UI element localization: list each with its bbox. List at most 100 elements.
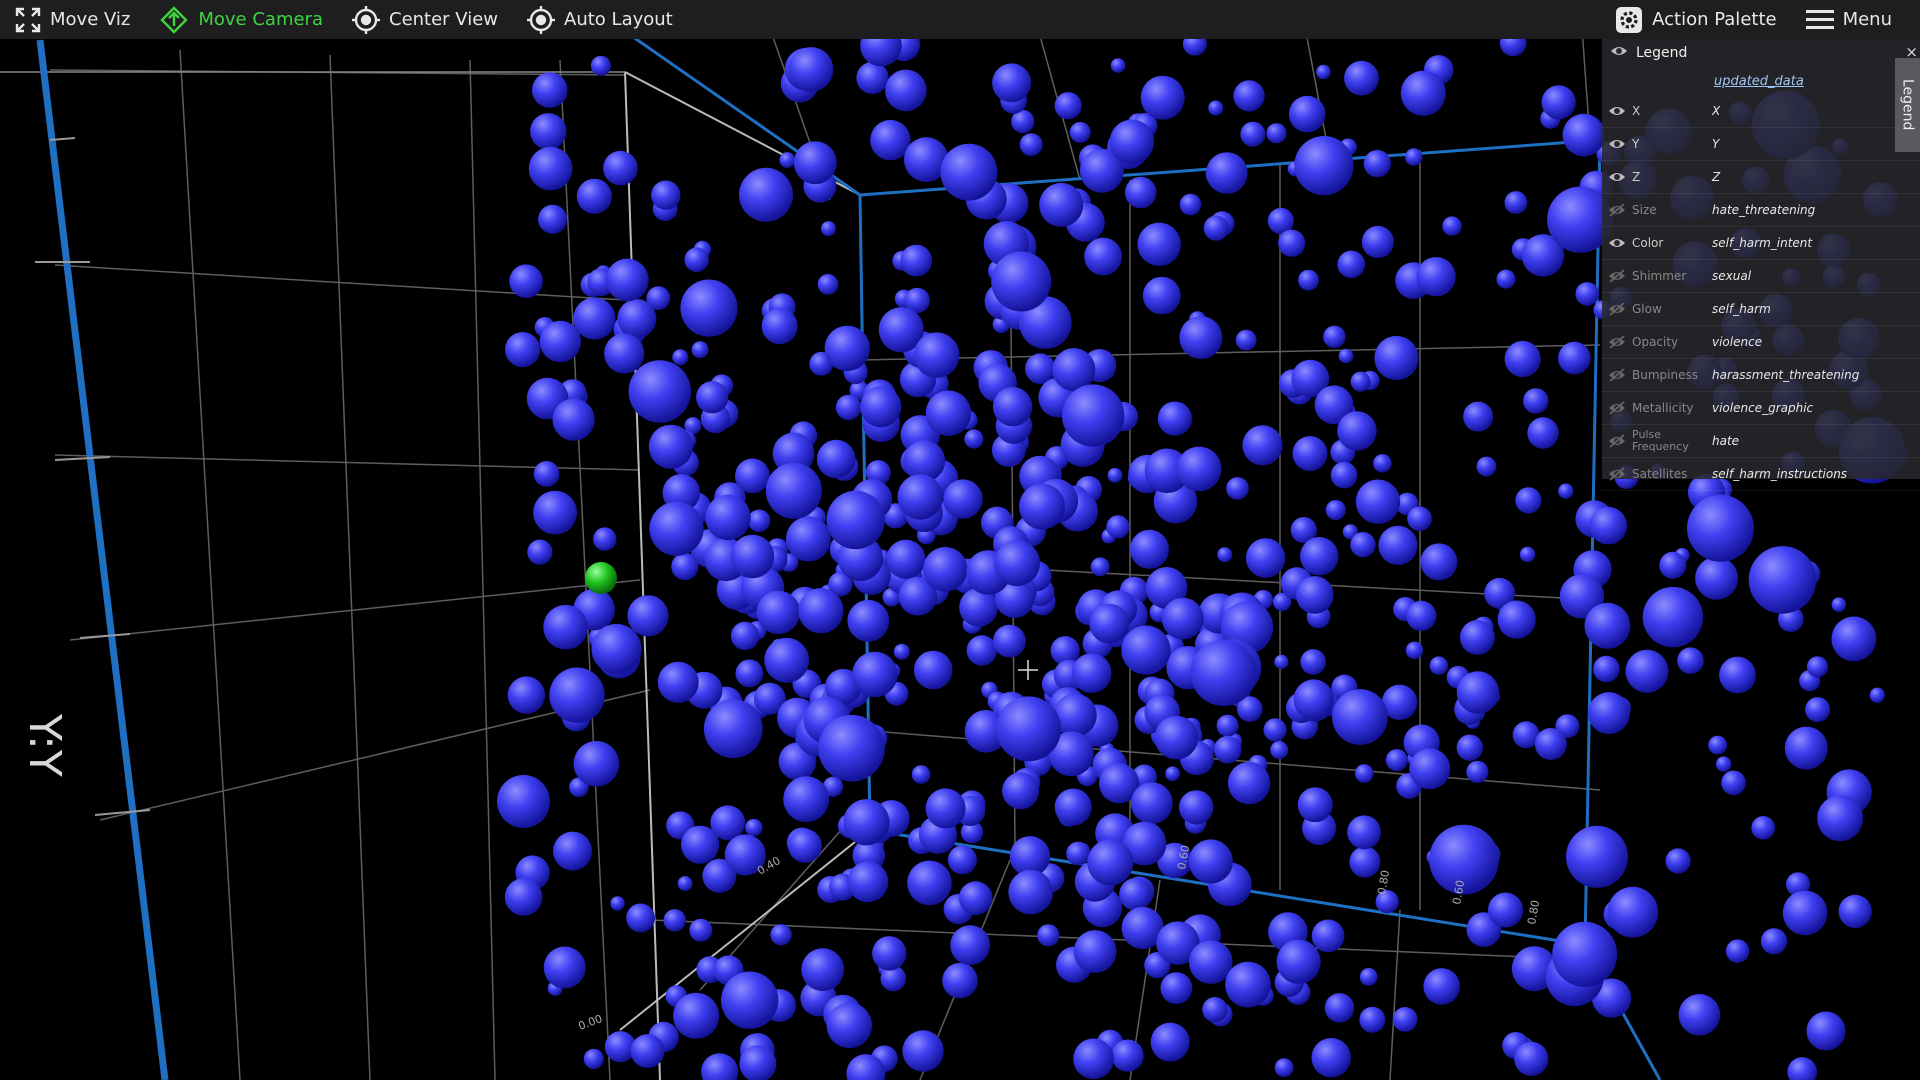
data-point-sphere[interactable] (1110, 58, 1126, 73)
eye-icon[interactable] (1602, 137, 1632, 151)
data-point-sphere[interactable] (1760, 928, 1788, 955)
data-point-sphere[interactable] (818, 714, 885, 782)
data-point-sphere[interactable] (1350, 371, 1371, 392)
data-point-sphere[interactable] (1344, 60, 1379, 96)
data-point-sphere[interactable] (696, 381, 729, 414)
data-point-sphere[interactable] (1176, 446, 1222, 492)
data-point-sphere[interactable] (1179, 790, 1214, 825)
data-point-sphere[interactable] (1378, 525, 1418, 566)
data-point-sphere[interactable] (1338, 348, 1354, 364)
data-point-sphere[interactable] (1782, 890, 1828, 936)
legend-row-value[interactable]: self_harm_instructions (1712, 467, 1847, 481)
data-point-sphere[interactable] (1189, 940, 1233, 984)
data-point-sphere[interactable] (530, 113, 567, 150)
data-point-sphere[interactable] (1665, 848, 1691, 874)
data-point-sphere[interactable] (1374, 335, 1419, 381)
data-point-sphere[interactable] (756, 590, 801, 634)
data-point-sphere[interactable] (610, 896, 625, 911)
data-point-sphere[interactable] (1497, 600, 1536, 639)
data-point-sphere[interactable] (1423, 968, 1460, 1005)
data-point-sphere[interactable] (1213, 735, 1242, 764)
data-point-sphere[interactable] (835, 394, 862, 421)
eye-hidden-icon[interactable] (1602, 269, 1632, 283)
data-point-sphere[interactable] (680, 279, 738, 337)
data-point-sphere[interactable] (1589, 506, 1628, 545)
data-point-sphere[interactable] (1519, 546, 1536, 563)
data-point-sphere[interactable] (826, 490, 885, 550)
legend-row-metallicity[interactable]: Metallicity violence_graphic (1602, 392, 1920, 425)
data-point-sphere[interactable] (1071, 653, 1112, 693)
data-point-sphere[interactable] (573, 297, 616, 340)
data-point-sphere[interactable] (663, 909, 686, 932)
highlighted-data-point-sphere[interactable] (585, 562, 617, 594)
data-point-sphere[interactable] (994, 540, 1040, 587)
data-point-sphere[interactable] (1137, 222, 1181, 266)
data-point-sphere[interactable] (852, 651, 898, 698)
data-point-sphere[interactable] (1721, 770, 1746, 796)
legend-dataset-link[interactable]: updated_data (1602, 67, 1920, 95)
data-point-sphere[interactable] (1831, 616, 1877, 662)
data-point-sphere[interactable] (1805, 697, 1831, 723)
data-point-sphere[interactable] (1109, 119, 1155, 164)
data-point-sphere[interactable] (1558, 341, 1591, 375)
legend-row-color[interactable]: Color self_harm_intent (1602, 227, 1920, 260)
data-point-sphere[interactable] (543, 604, 588, 650)
data-point-sphere[interactable] (1466, 760, 1489, 784)
data-point-sphere[interactable] (1355, 479, 1401, 524)
data-point-sphere[interactable] (1463, 401, 1494, 432)
data-point-sphere[interactable] (1008, 869, 1053, 915)
data-point-sphere[interactable] (1019, 133, 1043, 157)
data-point-sphere[interactable] (1087, 839, 1134, 886)
data-point-sphere[interactable] (691, 341, 709, 359)
data-point-sphere[interactable] (991, 251, 1052, 312)
data-point-sphere[interactable] (1298, 269, 1319, 291)
data-point-sphere[interactable] (801, 948, 845, 991)
data-point-sphere[interactable] (870, 119, 911, 161)
data-point-sphere[interactable] (583, 1048, 604, 1069)
data-point-sphere[interactable] (1515, 487, 1542, 514)
data-point-sphere[interactable] (770, 924, 792, 946)
data-point-sphere[interactable] (1130, 782, 1173, 824)
data-point-sphere[interactable] (856, 61, 889, 94)
data-point-sphere[interactable] (1311, 919, 1345, 953)
data-point-sphere[interactable] (1460, 620, 1495, 655)
eye-hidden-icon[interactable] (1602, 467, 1632, 481)
data-point-sphere[interactable] (1270, 741, 1289, 759)
data-point-sphere[interactable] (1188, 839, 1233, 884)
data-point-sphere[interactable] (1400, 70, 1446, 116)
data-point-sphere[interactable] (847, 599, 890, 642)
data-point-sphere[interactable] (1206, 152, 1248, 194)
data-point-sphere[interactable] (507, 676, 546, 714)
data-point-sphere[interactable] (1165, 766, 1180, 781)
data-point-sphere[interactable] (923, 547, 968, 592)
legend-row-value[interactable]: Z (1712, 170, 1720, 184)
data-point-sphere[interactable] (1090, 557, 1110, 577)
data-point-sphere[interactable] (1242, 425, 1283, 466)
data-point-sphere[interactable] (1350, 532, 1376, 558)
legend-row-size[interactable]: Size hate_threatening (1602, 194, 1920, 227)
data-point-sphere[interactable] (1562, 113, 1606, 157)
legend-row-shimmer[interactable]: Shimmer sexual (1602, 260, 1920, 293)
data-point-sphere[interactable] (761, 308, 798, 345)
data-point-sphere[interactable] (893, 643, 910, 660)
data-point-sphere[interactable] (1541, 85, 1576, 120)
data-point-sphere[interactable] (798, 588, 844, 634)
data-point-sphere[interactable] (843, 799, 890, 846)
data-point-sphere[interactable] (1054, 788, 1092, 826)
data-point-sphere[interactable] (684, 247, 709, 272)
data-point-sphere[interactable] (1089, 603, 1129, 644)
eye-hidden-icon[interactable] (1602, 203, 1632, 217)
data-point-sphere[interactable] (552, 398, 595, 441)
data-point-sphere[interactable] (1245, 538, 1286, 578)
data-point-sphere[interactable] (543, 946, 586, 989)
data-point-sphere[interactable] (1359, 1006, 1386, 1033)
data-point-sphere[interactable] (1179, 193, 1202, 216)
data-point-sphere[interactable] (1325, 500, 1346, 520)
data-point-sphere[interactable] (902, 1030, 944, 1072)
legend-row-value[interactable]: violence_graphic (1712, 401, 1813, 415)
data-point-sphere[interactable] (826, 1002, 872, 1049)
data-point-sphere[interactable] (1276, 939, 1321, 984)
data-point-sphere[interactable] (1002, 772, 1040, 810)
data-point-sphere[interactable] (677, 876, 693, 891)
data-point-sphere[interactable] (940, 143, 998, 201)
